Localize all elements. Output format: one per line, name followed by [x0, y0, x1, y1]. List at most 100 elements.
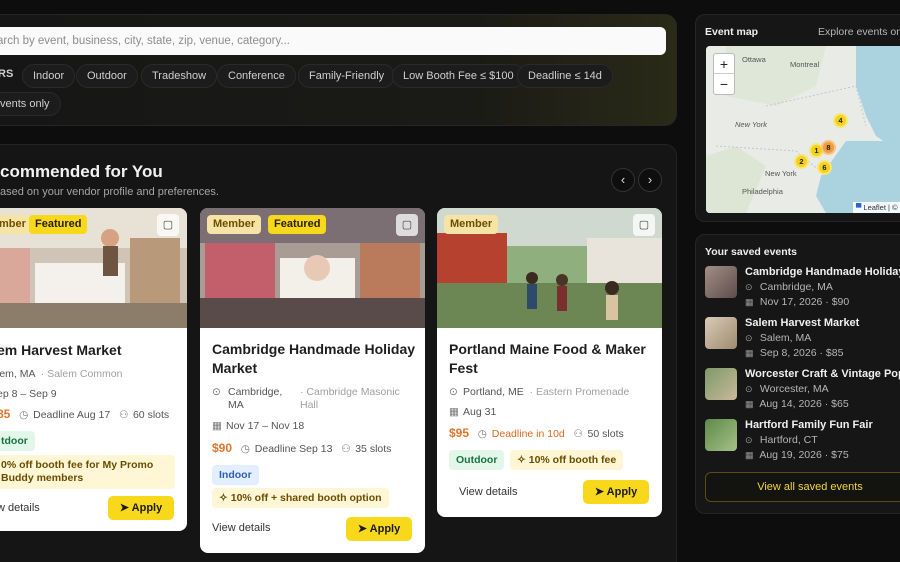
saved-event-name: Cambridge Handmade Holiday M — [745, 266, 900, 278]
promo-pill: ✧ 10% off booth fee — [510, 450, 624, 470]
calendar-icon: ▦ — [745, 399, 754, 409]
bookmark-icon[interactable]: ▢ — [633, 214, 655, 236]
member-badge: Member — [207, 215, 262, 234]
filters-label: RS — [0, 68, 14, 80]
filter-chip-indoor[interactable]: Indoor — [22, 64, 76, 88]
event-card-salem[interactable]: mber Featured ▢ em Harvest Market lem, M… — [0, 208, 187, 531]
saved-event-date: ▦ Sep 8, 2026 · $85 — [745, 347, 844, 359]
calendar-icon: ▦ — [745, 348, 754, 358]
map-label-ottawa: Ottawa — [742, 55, 766, 64]
send-icon: ➤ — [594, 486, 604, 498]
saved-event-date: ▦ Aug 19, 2026 · $75 — [745, 449, 849, 461]
event-dates: ▦ Nov 17 – Nov 18 — [212, 420, 305, 432]
tag-outdoor: tdoor — [0, 431, 35, 451]
saved-event-location: ⊙ Salem, MA — [745, 332, 812, 344]
event-location: ⊙ Portland, ME · Eastern Promenade — [449, 386, 630, 398]
bookmark-icon[interactable]: ▢ — [396, 214, 418, 236]
saved-event-location: ⊙ Hartford, CT — [745, 434, 818, 446]
event-title: em Harvest Market — [0, 342, 122, 358]
event-card-cambridge[interactable]: Member Featured ▢ Cambridge Handmade Hol… — [200, 208, 425, 553]
search-panel: arch by event, business, city, state, zi… — [0, 14, 677, 126]
event-meta: $95 ◷ Deadline in 10d ⚇ 50 slots — [449, 426, 624, 440]
calendar-icon: ▦ — [745, 450, 754, 460]
event-dates: ▦ Aug 31 — [449, 406, 497, 418]
filter-chip-conference[interactable]: Conference — [217, 64, 296, 88]
sparkle-icon: ✧ — [517, 454, 526, 466]
map-marker-cluster[interactable]: 4 — [833, 113, 848, 128]
filter-chip-family-friendly[interactable]: Family-Friendly — [298, 64, 396, 88]
apply-button[interactable]: ➤ Apply — [346, 517, 412, 541]
saved-event-thumbnail — [705, 419, 737, 451]
saved-event-item[interactable]: Salem Harvest Market ⊙ Salem, MA ▦ Sep 8… — [705, 317, 900, 365]
view-details-link[interactable]: w details — [0, 502, 40, 514]
map-canvas[interactable]: + − Ottawa Montreal New York New York Ph… — [706, 46, 900, 213]
sparkle-icon: ✧ — [219, 492, 228, 504]
event-title: Portland Maine Food & Maker Fest — [449, 341, 646, 376]
flag-icon: ▀ — [855, 203, 862, 212]
zoom-out-button[interactable]: − — [714, 74, 734, 94]
recommended-title: commended for You — [0, 162, 163, 181]
map-attribution[interactable]: ▀ Leaflet | © OpenS — [852, 202, 900, 213]
featured-badge: Featured — [268, 215, 327, 234]
tag-indoor: Indoor — [212, 465, 259, 485]
explore-events-link[interactable]: Explore events on — [818, 26, 900, 38]
calendar-icon: ▦ — [212, 420, 222, 432]
featured-badge: Featured — [29, 215, 88, 234]
promo-pill: 0% off booth fee for My Promo Buddy memb… — [0, 455, 175, 489]
clock-icon: ◷ — [240, 443, 250, 455]
map-marker-cluster[interactable]: 8 — [821, 140, 836, 155]
promo-pill: ✧ 10% off + shared booth option — [212, 488, 389, 508]
map-marker-cluster[interactable]: 6 — [817, 160, 832, 175]
people-icon: ⚇ — [573, 428, 583, 440]
view-details-link[interactable]: View details — [459, 486, 518, 498]
apply-button[interactable]: ➤ Apply — [108, 496, 174, 520]
saved-event-name: Salem Harvest Market — [745, 317, 860, 329]
saved-event-thumbnail — [705, 266, 737, 298]
calendar-icon: ▦ — [449, 406, 459, 418]
recommended-subtitle: ased on your vendor profile and preferen… — [0, 186, 219, 198]
map-marker-cluster[interactable]: 2 — [794, 154, 809, 169]
send-icon: ➤ — [357, 523, 367, 535]
filter-chip-events-only[interactable]: vents only — [0, 92, 61, 116]
event-title: Cambridge Handmade Holiday Market — [212, 341, 416, 376]
filter-chip-outdoor[interactable]: Outdoor — [76, 64, 138, 88]
saved-event-date: ▦ Nov 17, 2026 · $90 — [745, 296, 850, 308]
map-label-philadelphia: Philadelphia — [742, 187, 783, 196]
people-icon: ⚇ — [118, 409, 129, 421]
saved-event-name: Worcester Craft & Vintage Pop-U — [745, 368, 900, 380]
event-meta: $90 ◷ Deadline Sep 13 ⚇ 35 slots — [212, 441, 392, 455]
member-badge: Member — [444, 215, 499, 234]
map-label-new-york-state: New York — [735, 120, 767, 129]
view-all-saved-button[interactable]: View all saved events — [705, 472, 900, 502]
saved-event-item[interactable]: Cambridge Handmade Holiday M ⊙ Cambridge… — [705, 266, 900, 314]
event-location: lem, MA · Salem Common — [0, 368, 123, 380]
saved-event-location: ⊙ Cambridge, MA — [745, 281, 833, 293]
event-map-panel: Event map Explore events on + − Ottawa M… — [695, 14, 900, 222]
saved-event-item[interactable]: Worcester Craft & Vintage Pop-U ⊙ Worces… — [705, 368, 900, 416]
bookmark-icon[interactable]: ▢ — [157, 214, 179, 236]
pin-icon: ⊙ — [745, 282, 753, 292]
apply-button[interactable]: ➤ Apply — [583, 480, 649, 504]
send-icon: ➤ — [119, 502, 129, 514]
zoom-in-button[interactable]: + — [714, 54, 734, 74]
map-label-montreal: Montreal — [790, 60, 820, 69]
filter-chip-deadline[interactable]: Deadline ≤ 14d — [517, 64, 613, 88]
pin-icon: ⊙ — [745, 435, 753, 445]
clock-icon: ◷ — [477, 428, 487, 440]
chevron-left-icon: ‹ — [620, 172, 626, 187]
event-card-portland[interactable]: Member ▢ Portland Maine Food & Maker Fes… — [437, 208, 662, 517]
map-zoom-controls[interactable]: + − — [713, 53, 735, 95]
view-details-link[interactable]: View details — [212, 522, 271, 534]
map-label-new-york-city: New York — [765, 169, 797, 178]
member-badge: mber — [0, 215, 32, 234]
carousel-prev-button[interactable]: ‹ — [611, 168, 635, 192]
filter-chip-low-booth-fee[interactable]: Low Booth Fee ≤ $100 — [392, 64, 525, 88]
tag-outdoor: Outdoor — [449, 450, 505, 470]
search-input[interactable]: arch by event, business, city, state, zi… — [0, 27, 666, 55]
saved-event-item[interactable]: Hartford Family Fun Fair ⊙ Hartford, CT … — [705, 419, 900, 467]
pin-icon: ⊙ — [212, 386, 221, 398]
carousel-next-button[interactable]: › — [638, 168, 662, 192]
event-location: ⊙ — [212, 386, 226, 398]
filter-chip-tradeshow[interactable]: Tradeshow — [141, 64, 218, 88]
pin-icon: ⊙ — [745, 384, 753, 394]
